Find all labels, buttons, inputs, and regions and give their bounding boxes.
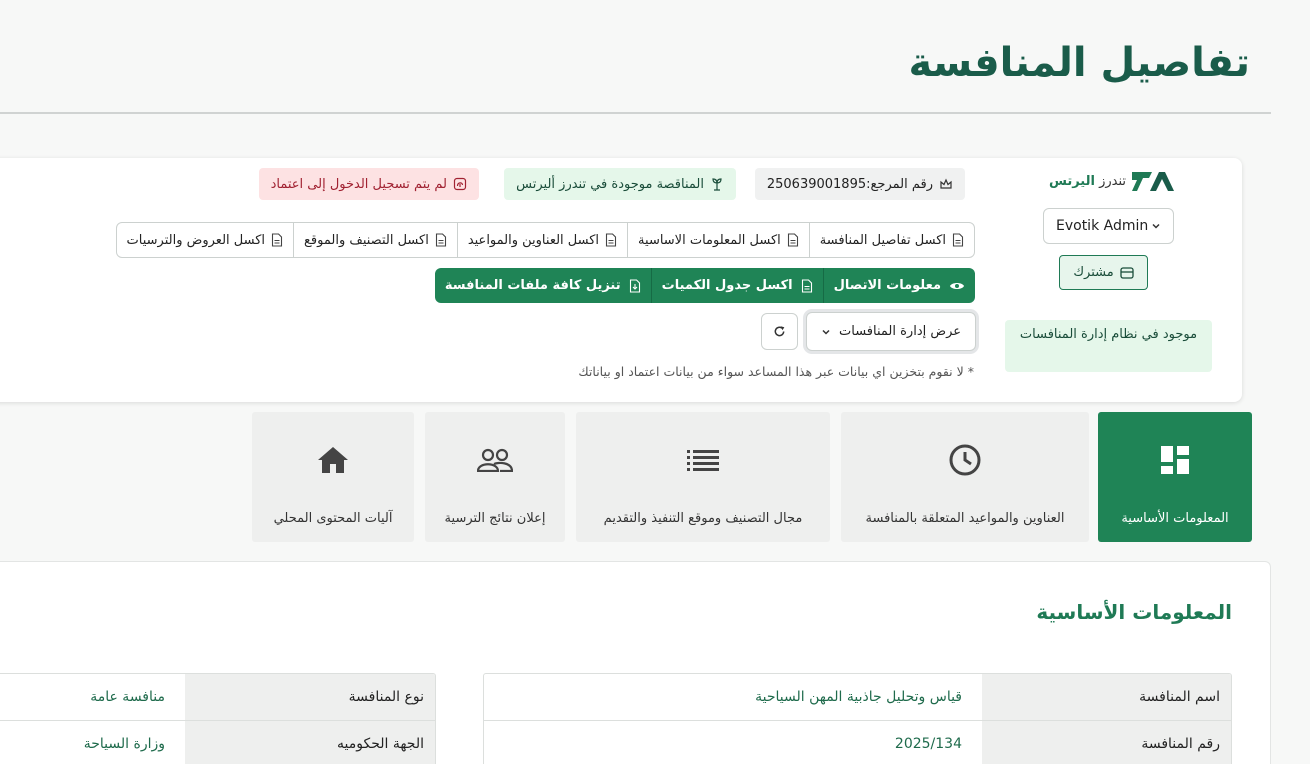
tab-classification-location[interactable]: مجال التصنيف وموقع التنفيذ والتقديم (576, 412, 830, 542)
subscribed-button[interactable]: مشترك (1059, 255, 1148, 290)
clock-icon (947, 442, 983, 478)
table-row: اسم المنافسة قياس وتحليل جاذبية المهن ال… (484, 674, 1231, 721)
tab-addresses-dates[interactable]: العناوين والمواعيد المتعلقة بالمنافسة (841, 412, 1089, 542)
file-icon (435, 233, 446, 247)
chevron-down-icon (1152, 223, 1160, 229)
excel-competition-details-button[interactable]: اكسل تفاصيل المنافسة (808, 223, 974, 257)
eye-icon (950, 282, 964, 289)
row-key: نوع المنافسة (185, 674, 435, 720)
login-status-chip: لم يتم تسجيل الدخول إلى اعتماد (258, 168, 479, 200)
tab-basic-info[interactable]: المعلومات الأساسية (1098, 412, 1252, 542)
user-dropdown[interactable]: Evotik Admin (1043, 208, 1174, 244)
view-mode-value: عرض إدارة المنافسات (839, 324, 961, 339)
file-download-icon (629, 278, 640, 293)
plant-icon (712, 178, 722, 191)
found-status-chip: المناقصة موجودة في تندرز أليرتس (504, 168, 736, 200)
file-icon (605, 233, 617, 247)
tab-label: إعلان نتائج الترسية (444, 511, 546, 526)
contact-info-button[interactable]: معلومات الاتصال (822, 268, 975, 303)
file-icon (787, 233, 798, 247)
reference-chip: رقم المرجع:250639001895 (754, 168, 965, 200)
logo-prefix: تندرز (1099, 173, 1126, 189)
found-status-text: المناقصة موجودة في تندرز أليرتس (516, 176, 704, 192)
user-name: Evotik Admin (1056, 218, 1149, 234)
privacy-note: * لا نقوم بتخزين اي بيانات عبر هذا المسا… (578, 364, 974, 379)
table-row: الجهة الحكوميه وزارة السياحة (0, 721, 435, 764)
row-key: اسم المنافسة (982, 674, 1231, 720)
button-label: اكسل التصنيف والموقع (304, 232, 429, 248)
primary-actions-group: معلومات الاتصال اكسل جدول الكميات تنزيل … (434, 268, 975, 303)
people-icon (477, 442, 513, 478)
button-label: اكسل المعلومات الاساسية (638, 232, 781, 248)
subscribed-label: مشترك (1073, 265, 1114, 280)
tab-award-results[interactable]: إعلان نتائج الترسية (425, 412, 565, 542)
file-icon (271, 233, 283, 247)
excel-classification-location-button[interactable]: اكسل التصنيف والموقع (293, 223, 457, 257)
page-title: تفاصيل المنافسة (908, 40, 1250, 86)
crown-icon (940, 178, 952, 189)
row-value: وزارة السياحة (83, 736, 165, 752)
title-divider (0, 112, 1271, 114)
list-icon (685, 442, 721, 478)
row-value: 2025/134 (894, 736, 962, 752)
file-icon (801, 278, 812, 293)
brand-logo: تندرز اليرتس (1049, 170, 1174, 192)
table-row: رقم المنافسة 2025/134 (484, 721, 1231, 764)
button-label: اكسل تفاصيل المنافسة (819, 232, 946, 248)
home-icon (315, 442, 351, 478)
logo-text: تندرز اليرتس (1049, 174, 1126, 189)
excel-offers-awards-button[interactable]: اكسل العروض والترسيات (117, 223, 293, 257)
logo-mark-icon (1132, 172, 1174, 191)
tab-label: المعلومات الأساسية (1121, 511, 1229, 526)
tab-label: العناوين والمواعيد المتعلقة بالمنافسة (865, 511, 1065, 526)
tab-local-content[interactable]: آليات المحتوى المحلي (252, 412, 414, 542)
info-table-left: نوع المنافسة منافسة عامة الجهة الحكوميه … (0, 673, 436, 764)
excel-quantities-button[interactable]: اكسل جدول الكميات (650, 268, 823, 303)
section-title: المعلومات الأساسية (1036, 600, 1232, 624)
info-table-right: اسم المنافسة قياس وتحليل جاذبية المهن ال… (483, 673, 1232, 764)
button-label: اكسل العروض والترسيات (126, 232, 266, 248)
refresh-button[interactable] (761, 313, 798, 350)
logo-brand: اليرتس (1048, 173, 1095, 189)
button-label: تنزيل كافة ملفات المنافسة (444, 278, 621, 293)
excel-addresses-dates-button[interactable]: اكسل العناوين والمواعيد (456, 223, 627, 257)
login-status-text: لم يتم تسجيل الدخول إلى اعتماد (270, 176, 447, 192)
basic-info-section: المعلومات الأساسية اسم المنافسة قياس وتح… (0, 561, 1271, 764)
excel-basic-info-button[interactable]: اكسل المعلومات الاساسية (627, 223, 809, 257)
dashboard-icon (1157, 442, 1193, 478)
button-label: اكسل العناوين والمواعيد (467, 232, 600, 248)
exists-status-box: موجود في نظام إدارة المنافسات (1005, 320, 1212, 372)
row-value: قياس وتحليل جاذبية المهن السياحية (755, 689, 962, 705)
competition-info-card: تندرز اليرتس Evotik Admin مشترك موجود في… (0, 158, 1242, 402)
reference-text: رقم المرجع:250639001895 (766, 176, 933, 192)
tab-label: مجال التصنيف وموقع التنفيذ والتقديم (603, 511, 803, 526)
row-key: الجهة الحكوميه (185, 721, 435, 764)
button-label: معلومات الاتصال (833, 278, 941, 293)
tab-label: آليات المحتوى المحلي (273, 511, 393, 526)
chevron-down-icon (822, 329, 830, 335)
excel-export-group: اكسل تفاصيل المنافسة اكسل المعلومات الاس… (115, 222, 975, 258)
fingerprint-icon (453, 177, 467, 191)
row-value: منافسة عامة (90, 689, 165, 705)
card-icon (1120, 266, 1134, 279)
table-row: نوع المنافسة منافسة عامة (0, 674, 435, 721)
refresh-icon (774, 326, 785, 337)
button-label: اكسل جدول الكميات (661, 278, 793, 293)
download-all-files-button[interactable]: تنزيل كافة ملفات المنافسة (435, 268, 651, 303)
row-key: رقم المنافسة (982, 721, 1231, 764)
file-icon (952, 233, 964, 247)
view-mode-select[interactable]: عرض إدارة المنافسات (806, 312, 976, 351)
